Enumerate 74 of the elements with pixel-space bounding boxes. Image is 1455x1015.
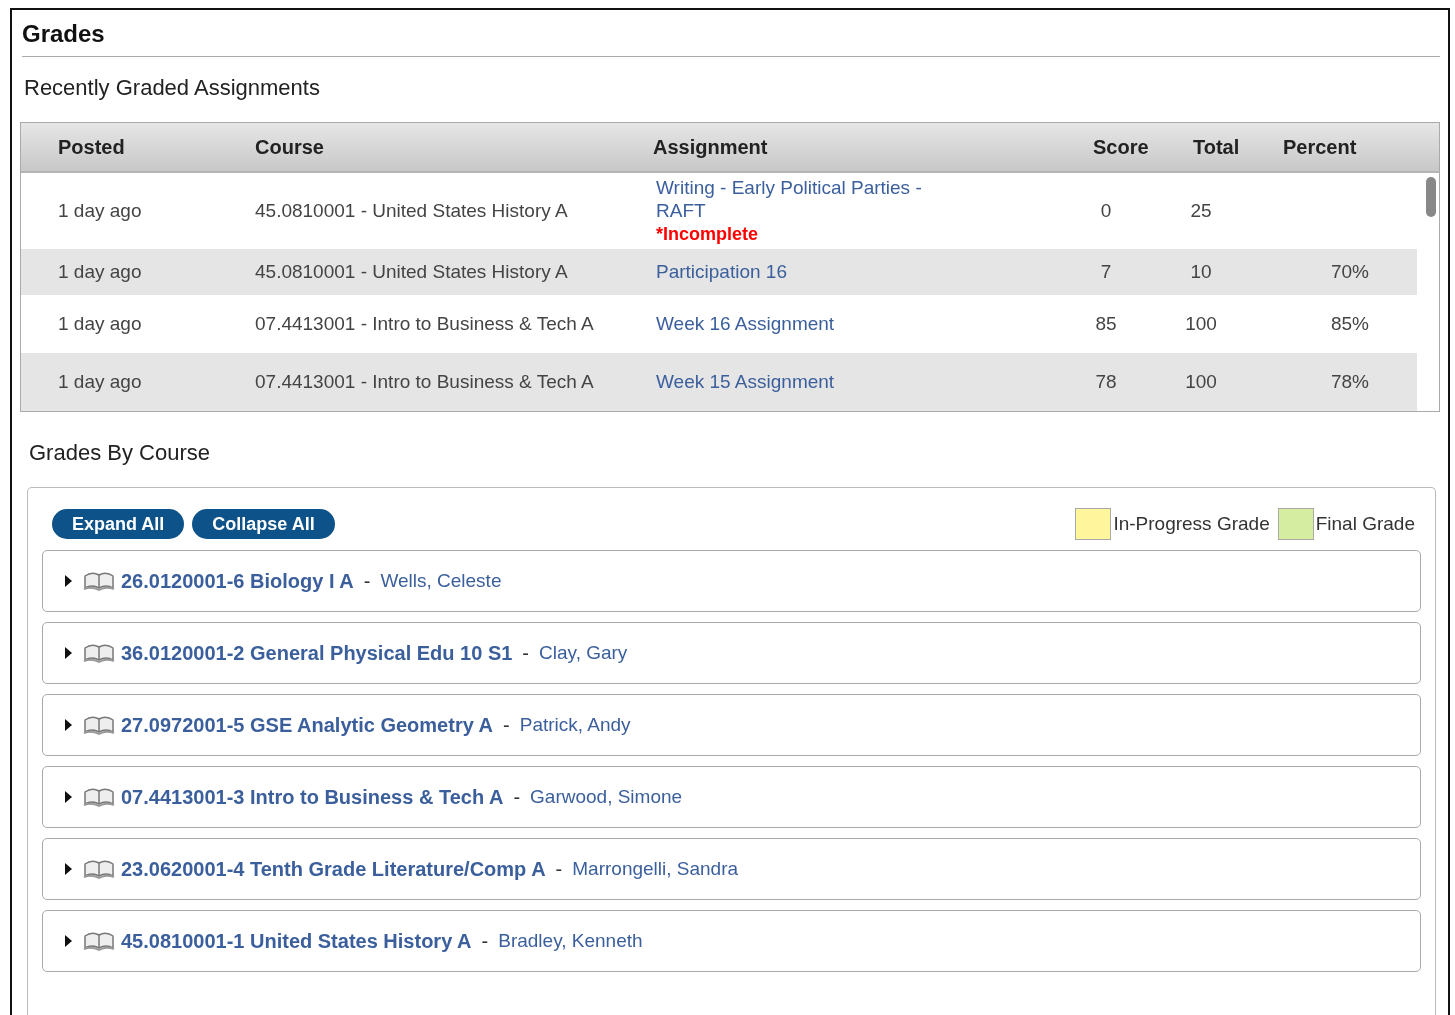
expand-all-button[interactable]: Expand All bbox=[52, 509, 185, 540]
course-row[interactable]: 27.0972001-5 GSE Analytic Geometry A - Patrick, Andy bbox=[42, 694, 1421, 757]
book-icon bbox=[83, 930, 115, 953]
table-cell-text: 70% bbox=[1329, 260, 1369, 285]
column-header: Posted bbox=[57, 135, 126, 160]
table-cell-text: 25 bbox=[1189, 198, 1213, 223]
course-row[interactable]: 36.0120001-2 General Physical Edu 10 S1 - Clay, Gary bbox=[42, 622, 1421, 685]
table-cell-text: 100 bbox=[1184, 370, 1218, 395]
assignment-link[interactable]: Participation 16 bbox=[656, 261, 787, 284]
table-cell-text: 1 day ago bbox=[57, 198, 143, 223]
column-header: Course bbox=[254, 135, 325, 160]
section-heading: Recently Graded Assignments bbox=[24, 74, 321, 102]
book-icon bbox=[83, 786, 115, 809]
scrollbar-thumb[interactable] bbox=[1426, 177, 1436, 217]
teacher-name: Garwood, Simone bbox=[530, 785, 683, 810]
table-cell-text: 1 day ago bbox=[57, 260, 143, 285]
table-cell-text: 10 bbox=[1189, 260, 1213, 285]
course-row[interactable]: 23.0620001-4 Tenth Grade Literature/Comp A - Marrongelli, Sandra bbox=[42, 838, 1421, 901]
table-cell-text: 100 bbox=[1184, 312, 1218, 337]
collapse-all-button[interactable]: Collapse All bbox=[192, 509, 335, 540]
course-link[interactable]: 45.0810001-1 United States History A bbox=[121, 926, 472, 957]
separator-dash: - bbox=[503, 713, 510, 739]
book-icon bbox=[83, 570, 115, 593]
caret-right-icon[interactable] bbox=[63, 935, 73, 948]
course-link[interactable]: 23.0620001-4 Tenth Grade Literature/Comp A bbox=[121, 854, 546, 885]
course-link[interactable]: 07.4413001-3 Intro to Business & Tech A bbox=[121, 782, 504, 813]
table-cell-text: 85 bbox=[1094, 312, 1118, 337]
table-cell-text: 07.4413001 - Intro to Business & Tech A bbox=[254, 312, 595, 336]
teacher-name: Clay, Gary bbox=[539, 641, 628, 666]
assignment-link[interactable]: Week 15 Assignment bbox=[656, 371, 835, 394]
course-link[interactable]: 36.0120001-2 General Physical Edu 10 S1 bbox=[121, 638, 513, 669]
column-header: Score bbox=[1092, 135, 1150, 160]
book-icon bbox=[83, 642, 115, 665]
separator-dash: - bbox=[481, 929, 489, 955]
teacher-name: Wells, Celeste bbox=[380, 569, 502, 594]
page-title: Grades bbox=[22, 10, 1440, 57]
legend-label: In-Progress Grade bbox=[1113, 512, 1270, 537]
course-link[interactable]: 27.0972001-5 GSE Analytic Geometry A bbox=[121, 710, 494, 741]
caret-right-icon[interactable] bbox=[63, 863, 73, 876]
table-cell-text: 45.0810001 - United States History A bbox=[254, 260, 569, 284]
caret-right-icon[interactable] bbox=[63, 719, 73, 732]
teacher-name: Marrongelli, Sandra bbox=[572, 857, 739, 882]
table-cell-text: 1 day ago bbox=[57, 370, 143, 395]
course-row[interactable]: 45.0810001-1 United States History A - Bradley, Kenneth bbox=[42, 910, 1421, 973]
book-icon bbox=[83, 858, 115, 881]
table-cell-text: 1 day ago bbox=[57, 312, 143, 337]
caret-right-icon[interactable] bbox=[63, 575, 73, 588]
table-cell-text: 7 bbox=[1099, 260, 1113, 285]
table-cell-text: 85% bbox=[1329, 312, 1369, 337]
course-link[interactable]: 26.0120001-6 Biology I A bbox=[121, 566, 354, 597]
separator-dash: - bbox=[555, 857, 563, 883]
caret-right-icon[interactable] bbox=[63, 791, 73, 804]
separator-dash: - bbox=[513, 785, 521, 811]
caret-right-icon[interactable] bbox=[63, 647, 73, 660]
section-heading: Grades By Course bbox=[29, 439, 211, 468]
table-cell-text: 78 bbox=[1094, 370, 1118, 395]
book-icon bbox=[83, 714, 115, 737]
incomplete-label: *Incomplete bbox=[656, 223, 759, 244]
column-header: Percent bbox=[1282, 135, 1358, 160]
assignment-link[interactable]: Week 16 Assignment bbox=[656, 313, 835, 336]
assignment-link[interactable]: Writing - Early Political Parties - RAFT bbox=[656, 177, 956, 223]
separator-dash: - bbox=[522, 641, 530, 667]
course-row[interactable]: 26.0120001-6 Biology I A - Wells, Celeste bbox=[42, 550, 1421, 613]
table-cell-text: 78% bbox=[1329, 370, 1369, 395]
legend-label: Final Grade bbox=[1315, 512, 1415, 537]
course-row[interactable]: 07.4413001-3 Intro to Business & Tech A - Garwood, Simone bbox=[42, 766, 1421, 829]
column-header: Assignment bbox=[652, 135, 769, 160]
teacher-name: Bradley, Kenneth bbox=[498, 929, 643, 954]
column-header: Total bbox=[1192, 135, 1241, 160]
separator-dash: - bbox=[363, 569, 371, 595]
teacher-name: Patrick, Andy bbox=[519, 713, 631, 738]
table-cell-text: 45.0810001 - United States History A bbox=[254, 198, 569, 223]
table-cell-text: 07.4413001 - Intro to Business & Tech A bbox=[254, 370, 595, 394]
table-cell-text: 0 bbox=[1099, 198, 1113, 223]
